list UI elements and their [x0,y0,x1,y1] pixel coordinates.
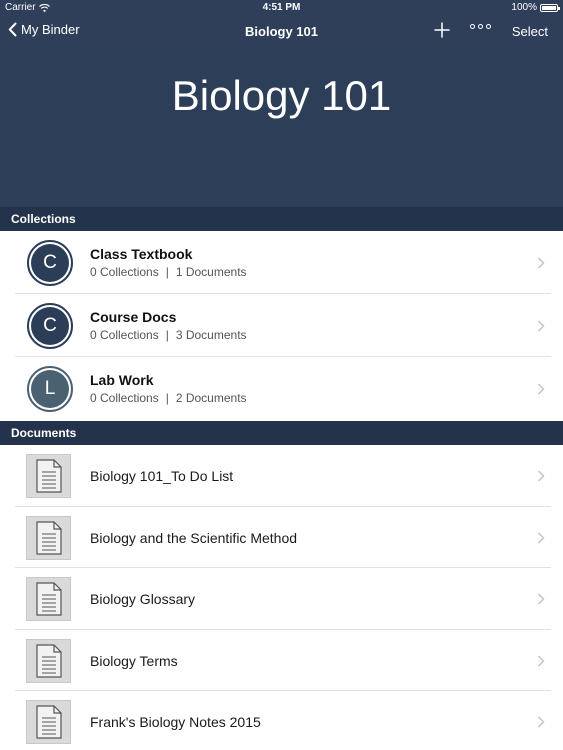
collection-counts: 0 Collections | 1 Documents [90,265,247,279]
collection-row-class-textbook[interactable]: C Class Textbook 0 Collections | 1 Docum… [15,231,551,294]
collection-count: 0 Collections [90,265,159,279]
chevron-right-icon [537,654,545,667]
collection-count: 0 Collections [90,328,159,342]
file-lines-icon [35,520,62,555]
chevron-right-icon [537,716,545,728]
plus-icon[interactable] [433,21,451,39]
document-icon [26,515,71,560]
collection-title: Course Docs [90,309,177,325]
document-name: Biology and the Scientific Method [90,529,298,546]
chevron-right-icon [537,531,545,544]
document-icon [26,577,71,621]
count-separator: | [165,328,169,342]
file-lines-icon [35,582,62,616]
back-button[interactable]: My Binder [8,22,80,37]
document-row[interactable]: Biology 101_To Do List [15,445,551,507]
chevron-right-icon [537,320,545,332]
collection-row-lab-work[interactable]: L Lab Work 0 Collections | 2 Documents [15,357,551,420]
document-name: Biology Terms [90,652,178,669]
clock: 4:51 PM [262,2,301,13]
collection-avatar: C [27,240,73,286]
collection-row-course-docs[interactable]: C Course Docs 0 Collections | 3 Document… [15,294,551,357]
document-count: 1 Documents [175,265,247,279]
document-row[interactable]: Biology Terms [15,630,551,691]
chevron-right-icon [537,593,545,605]
file-lines-icon [35,705,62,739]
document-icon [26,700,71,744]
file-lines-icon [35,459,62,493]
binder-hero: Biology 101 [0,46,563,207]
collections-section-header: Collections [0,207,563,231]
count-separator: | [165,391,169,405]
avatar-initial: L [31,370,69,408]
status-bar: Carrier 4:51 PM 100% [0,0,563,16]
document-row[interactable]: Biology and the Scientific Method [15,507,551,568]
chevron-left-icon [8,22,17,37]
collection-count: 0 Collections [90,391,159,405]
document-count: 3 Documents [175,328,247,342]
document-row[interactable]: Biology Glossary [15,568,551,630]
more-dot [470,24,475,29]
document-name: Biology Glossary [90,591,196,607]
more-icon[interactable] [470,24,491,29]
battery-indicator: 100% [511,2,560,13]
document-name: Frank's Biology Notes 2015 [90,714,261,730]
document-row[interactable]: Frank's Biology Notes 2015 [15,691,551,750]
collection-avatar: L [27,366,73,412]
navigation-bar: My Binder Biology 101 Select [0,16,563,46]
battery-icon [540,3,560,12]
document-name: Biology 101_To Do List [90,468,234,484]
hero-title: Biology 101 [171,72,392,119]
chevron-right-icon [537,383,545,395]
collection-counts: 0 Collections | 3 Documents [90,328,247,342]
collection-title: Class Textbook [90,246,193,262]
documents-section-header: Documents [0,421,563,445]
collection-counts: 0 Collections | 2 Documents [90,391,247,405]
file-lines-icon [35,643,62,678]
avatar-initial: C [31,307,69,345]
document-icon [26,638,71,683]
chevron-right-icon [537,257,545,269]
document-icon [26,454,71,498]
avatar-initial: C [31,244,69,282]
count-separator: | [165,265,169,279]
back-button-label: My Binder [21,22,80,37]
select-button[interactable]: Select [512,24,548,39]
document-count: 2 Documents [175,391,247,405]
more-dot [478,24,483,29]
collection-avatar: C [27,303,73,349]
more-dot [486,24,491,29]
battery-percent: 100% [511,2,537,13]
chevron-right-icon [537,470,545,482]
collection-title: Lab Work [90,372,154,388]
